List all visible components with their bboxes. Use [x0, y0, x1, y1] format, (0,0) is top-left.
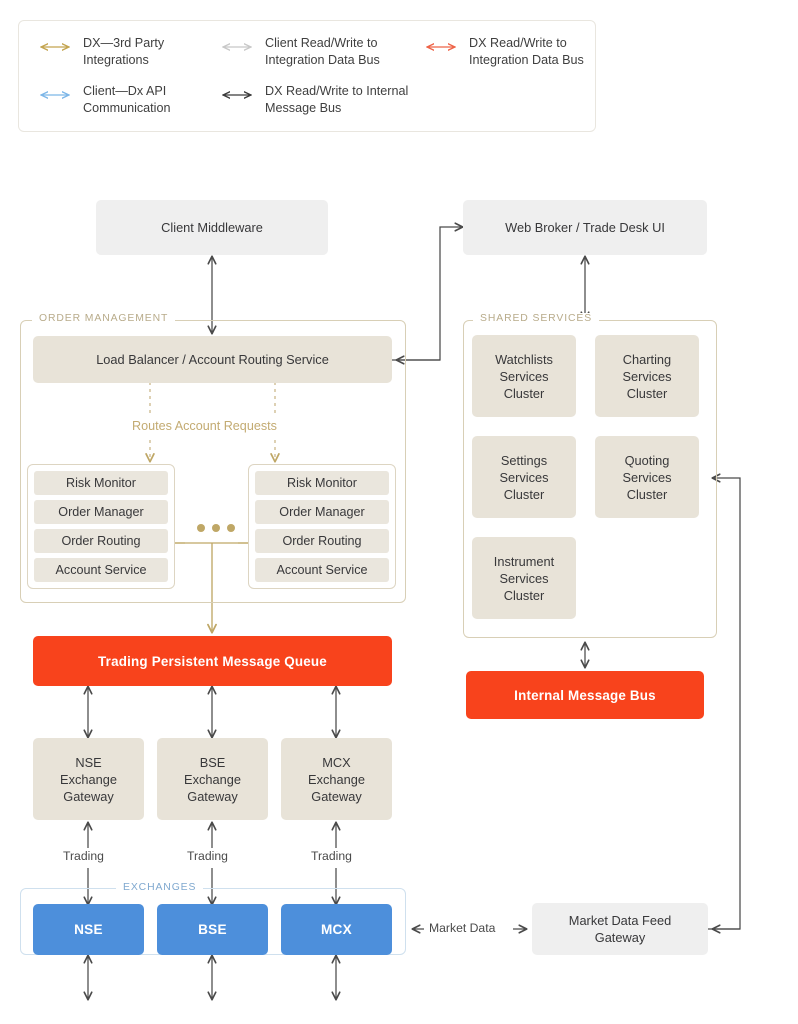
- legend-label: DX Read/Write to Internal Message Bus: [265, 84, 409, 115]
- arrow-icon: [37, 38, 73, 56]
- node-exchange-mcx[interactable]: MCX: [281, 904, 392, 955]
- node-charting-services-cluster[interactable]: Charting Services Cluster: [595, 335, 699, 417]
- service-account-service[interactable]: Account Service: [34, 558, 168, 582]
- node-trading-persistent-message-queue[interactable]: Trading Persistent Message Queue: [33, 636, 392, 686]
- service-order-manager[interactable]: Order Manager: [34, 500, 168, 524]
- arrow-icon: [423, 38, 459, 56]
- legend-item: DX Read/Write to Integration Data Bus: [423, 35, 598, 69]
- node-web-broker[interactable]: Web Broker / Trade Desk UI: [463, 200, 707, 255]
- node-exchange-nse[interactable]: NSE: [33, 904, 144, 955]
- node-bse-exchange-gateway[interactable]: BSE Exchange Gateway: [157, 738, 268, 820]
- node-load-balancer[interactable]: Load Balancer / Account Routing Service: [33, 336, 392, 383]
- service-order-manager[interactable]: Order Manager: [255, 500, 389, 524]
- legend-item: DX—3rd Party Integrations: [37, 35, 212, 69]
- service-order-routing[interactable]: Order Routing: [34, 529, 168, 553]
- legend-label: Client—Dx API Communication: [83, 84, 171, 115]
- service-account-service[interactable]: Account Service: [255, 558, 389, 582]
- service-risk-monitor[interactable]: Risk Monitor: [255, 471, 389, 495]
- order-cluster-left: Risk Monitor Order Manager Order Routing…: [27, 464, 175, 589]
- label-trading-mcx: Trading: [308, 849, 355, 863]
- node-quoting-services-cluster[interactable]: Quoting Services Cluster: [595, 436, 699, 518]
- cluster-ellipsis-dots: [197, 524, 235, 532]
- node-nse-exchange-gateway[interactable]: NSE Exchange Gateway: [33, 738, 144, 820]
- legend-item: Client Read/Write to Integration Data Bu…: [219, 35, 419, 69]
- node-instrument-services-cluster[interactable]: Instrument Services Cluster: [472, 537, 576, 619]
- label-routes-account-requests: Routes Account Requests: [129, 419, 280, 433]
- node-market-data-feed-gateway[interactable]: Market Data Feed Gateway: [532, 903, 708, 955]
- group-label-shared-services: SHARED SERVICES: [473, 313, 600, 324]
- legend-column-3: DX Read/Write to Integration Data Bus: [423, 35, 598, 83]
- label-trading-bse: Trading: [184, 849, 231, 863]
- arrow-icon: [219, 86, 255, 104]
- node-mcx-exchange-gateway[interactable]: MCX Exchange Gateway: [281, 738, 392, 820]
- label-trading-nse: Trading: [60, 849, 107, 863]
- legend-label: DX—3rd Party Integrations: [83, 36, 165, 67]
- node-watchlists-services-cluster[interactable]: Watchlists Services Cluster: [472, 335, 576, 417]
- service-risk-monitor[interactable]: Risk Monitor: [34, 471, 168, 495]
- label-market-data: Market Data: [426, 921, 499, 935]
- legend-column-1: DX—3rd Party Integrations Client—Dx API …: [37, 35, 212, 131]
- node-settings-services-cluster[interactable]: Settings Services Cluster: [472, 436, 576, 518]
- arrow-icon: [219, 38, 255, 56]
- legend-item: DX Read/Write to Internal Message Bus: [219, 83, 419, 117]
- legend-label: DX Read/Write to Integration Data Bus: [469, 36, 584, 67]
- legend-panel: DX—3rd Party Integrations Client—Dx API …: [18, 20, 596, 132]
- node-client-middleware[interactable]: Client Middleware: [96, 200, 328, 255]
- service-order-routing[interactable]: Order Routing: [255, 529, 389, 553]
- group-label-exchanges: EXCHANGES: [116, 882, 204, 893]
- legend-column-2: Client Read/Write to Integration Data Bu…: [219, 35, 419, 131]
- node-internal-message-bus[interactable]: Internal Message Bus: [466, 671, 704, 719]
- legend-item: Client—Dx API Communication: [37, 83, 212, 117]
- legend-label: Client Read/Write to Integration Data Bu…: [265, 36, 380, 67]
- arrow-icon: [37, 86, 73, 104]
- group-label-order-management: ORDER MANAGEMENT: [32, 313, 176, 324]
- architecture-diagram: DX—3rd Party Integrations Client—Dx API …: [0, 0, 798, 1024]
- node-exchange-bse[interactable]: BSE: [157, 904, 268, 955]
- order-cluster-right: Risk Monitor Order Manager Order Routing…: [248, 464, 396, 589]
